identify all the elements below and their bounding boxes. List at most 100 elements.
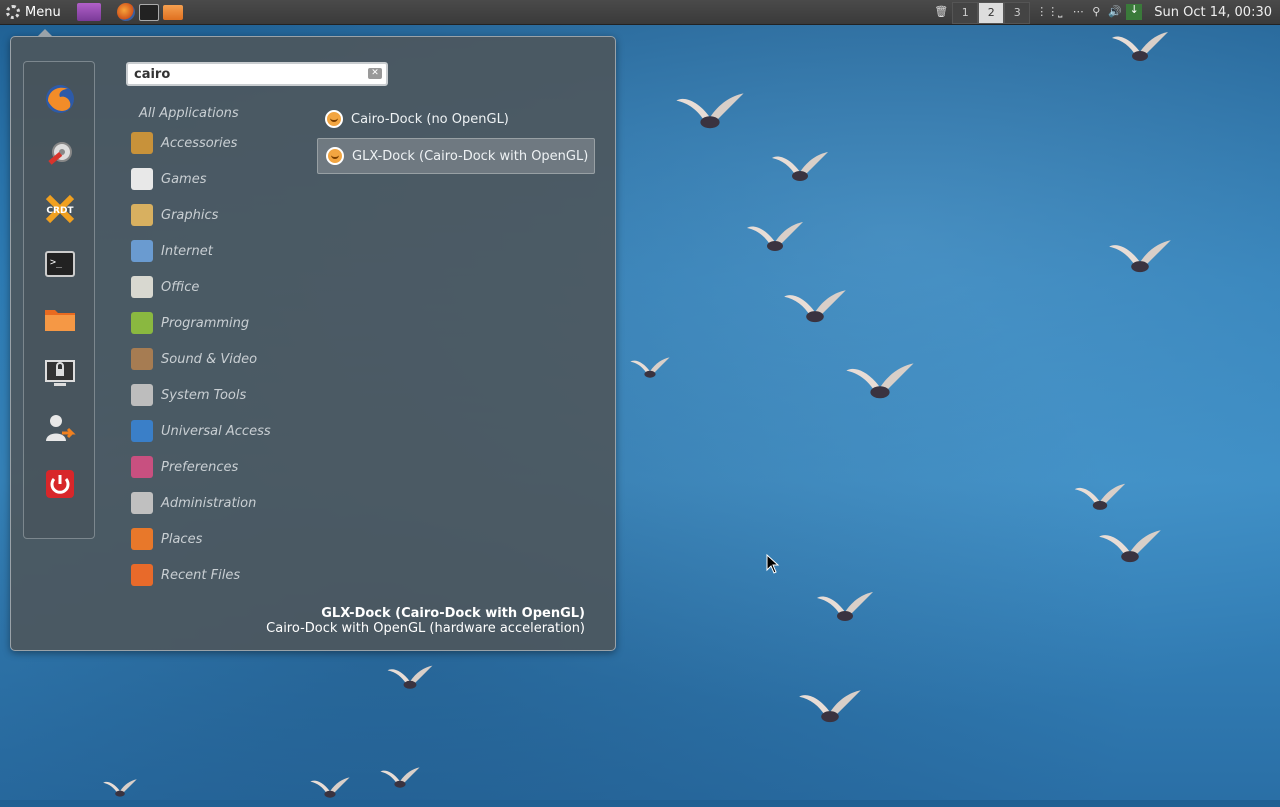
bird-decoration bbox=[1107, 238, 1173, 282]
more-icon[interactable]: ⋯ bbox=[1072, 6, 1084, 18]
category-label: Internet bbox=[161, 243, 213, 259]
search-results: Cairo-Dock (no OpenGL) GLX-Dock (Cairo-D… bbox=[317, 102, 595, 176]
crunchbang-icon[interactable]: CRDT bbox=[43, 192, 77, 226]
bird-decoration bbox=[379, 766, 421, 794]
all-applications[interactable]: All Applications bbox=[139, 103, 311, 125]
terminal-icon[interactable]: >_ bbox=[43, 247, 77, 281]
bird-decoration bbox=[629, 356, 671, 384]
recent-files-icon bbox=[131, 564, 153, 586]
svg-text:CRDT: CRDT bbox=[46, 206, 74, 216]
category-label: Programming bbox=[161, 315, 250, 331]
application-menu: CRDT >_ ✕ All Applications Accessories Ga… bbox=[10, 29, 616, 651]
cairo-dock-icon bbox=[325, 110, 343, 128]
volume-icon[interactable]: 🔊 bbox=[1108, 6, 1122, 18]
category-games[interactable]: Games bbox=[131, 161, 311, 197]
category-universal-access[interactable]: Universal Access bbox=[131, 413, 311, 449]
bird-decoration bbox=[770, 150, 830, 190]
category-graphics[interactable]: Graphics bbox=[131, 197, 311, 233]
category-recent-files[interactable]: Recent Files bbox=[131, 557, 311, 593]
category-accessories[interactable]: Accessories bbox=[131, 125, 311, 161]
terminal-icon[interactable] bbox=[138, 3, 159, 21]
bird-decoration bbox=[386, 664, 434, 696]
result-label: GLX-Dock (Cairo-Dock with OpenGL) bbox=[352, 148, 589, 164]
favorites-panel: CRDT >_ bbox=[23, 61, 95, 539]
folder-icon[interactable] bbox=[43, 302, 77, 336]
category-system-tools[interactable]: System Tools bbox=[131, 377, 311, 413]
clock[interactable]: Sun Oct 14, 00:30 bbox=[1154, 5, 1272, 20]
category-label: Office bbox=[161, 279, 200, 295]
system-tray: 🗑 1 2 3 ⋮⋮ ⎵ ⋯ ⚲ 🔊 ↓ Sun Oct 14, 00:30 bbox=[934, 0, 1280, 24]
office-icon bbox=[131, 276, 153, 298]
folder-icon[interactable] bbox=[162, 4, 183, 20]
search-box: ✕ bbox=[126, 62, 388, 86]
category-label: System Tools bbox=[161, 387, 247, 403]
firefox-icon[interactable] bbox=[43, 82, 77, 116]
games-icon bbox=[131, 168, 153, 190]
category-preferences[interactable]: Preferences bbox=[131, 449, 311, 485]
sound-video-icon bbox=[131, 348, 153, 370]
bird-decoration bbox=[102, 778, 138, 802]
category-label: Graphics bbox=[161, 207, 219, 223]
bird-decoration bbox=[674, 91, 746, 139]
result-glx-dock[interactable]: GLX-Dock (Cairo-Dock with OpenGL) bbox=[317, 138, 595, 174]
update-icon[interactable]: ↓ bbox=[1126, 4, 1143, 20]
administration-icon bbox=[131, 492, 153, 514]
bird-decoration bbox=[797, 688, 863, 732]
power-icon[interactable] bbox=[43, 467, 77, 501]
category-list: All Applications Accessories Games Graphic… bbox=[131, 103, 311, 593]
graphics-icon bbox=[131, 204, 153, 226]
category-sound-video[interactable]: Sound & Video bbox=[131, 341, 311, 377]
workspace-2[interactable]: 2 bbox=[978, 2, 1005, 24]
bird-decoration bbox=[844, 361, 916, 409]
bird-decoration bbox=[1097, 528, 1163, 572]
description-text: Cairo-Dock with OpenGL (hardware acceler… bbox=[266, 621, 585, 636]
top-panel: Menu 🗑 1 2 3 ⋮⋮ ⎵ ⋯ ⚲ 🔊 ↓ Sun Oct 14, 00… bbox=[0, 0, 1280, 25]
category-programming[interactable]: Programming bbox=[131, 305, 311, 341]
menu-button[interactable]: Menu bbox=[0, 0, 69, 24]
category-label: Sound & Video bbox=[161, 351, 258, 367]
firefox-icon[interactable] bbox=[116, 3, 135, 21]
network-icon[interactable]: ⚲ bbox=[1090, 6, 1102, 18]
keyboard-icon[interactable]: ⎵ bbox=[1054, 6, 1066, 18]
internet-icon bbox=[131, 240, 153, 262]
bird-decoration bbox=[745, 220, 805, 260]
workspace-3[interactable]: 3 bbox=[1004, 2, 1031, 24]
result-label: Cairo-Dock (no OpenGL) bbox=[351, 111, 509, 127]
grid-icon[interactable]: ⋮⋮ bbox=[1036, 6, 1058, 18]
bird-decoration bbox=[815, 590, 875, 630]
bird-decoration bbox=[782, 288, 848, 332]
lock-screen-icon[interactable] bbox=[43, 357, 77, 391]
menu-label: Menu bbox=[25, 4, 61, 20]
settings-icon[interactable] bbox=[43, 137, 77, 171]
category-administration[interactable]: Administration bbox=[131, 485, 311, 521]
accessories-icon bbox=[131, 132, 153, 154]
result-cairo-dock[interactable]: Cairo-Dock (no OpenGL) bbox=[317, 102, 595, 136]
clear-search-icon[interactable]: ✕ bbox=[368, 68, 382, 79]
workspace-switcher: 1 2 3 bbox=[952, 2, 1031, 24]
workspace-1[interactable]: 1 bbox=[952, 2, 979, 24]
bird-decoration bbox=[1073, 482, 1127, 518]
category-internet[interactable]: Internet bbox=[131, 233, 311, 269]
bird-decoration bbox=[1110, 30, 1170, 70]
category-label: Games bbox=[161, 171, 207, 187]
preferences-icon bbox=[131, 456, 153, 478]
programming-icon bbox=[131, 312, 153, 334]
category-label: Recent Files bbox=[161, 567, 241, 583]
search-input[interactable] bbox=[128, 64, 359, 84]
system-tools-icon bbox=[131, 384, 153, 406]
trash-icon[interactable]: 🗑 bbox=[934, 6, 948, 18]
category-label: Universal Access bbox=[161, 423, 271, 439]
category-office[interactable]: Office bbox=[131, 269, 311, 305]
category-label: Administration bbox=[161, 495, 257, 511]
glx-dock-icon bbox=[326, 147, 344, 165]
logout-icon[interactable] bbox=[43, 412, 77, 446]
category-label: Places bbox=[161, 531, 203, 547]
video-icon[interactable] bbox=[76, 3, 101, 21]
description-title: GLX-Dock (Cairo-Dock with OpenGL) bbox=[321, 606, 585, 621]
svg-text:>_: >_ bbox=[50, 257, 63, 268]
category-label: Preferences bbox=[161, 459, 239, 475]
places-icon bbox=[131, 528, 153, 550]
category-places[interactable]: Places bbox=[131, 521, 311, 557]
app-description: GLX-Dock (Cairo-Dock with OpenGL) Cairo-… bbox=[266, 606, 585, 636]
menu-arrow bbox=[37, 29, 53, 37]
